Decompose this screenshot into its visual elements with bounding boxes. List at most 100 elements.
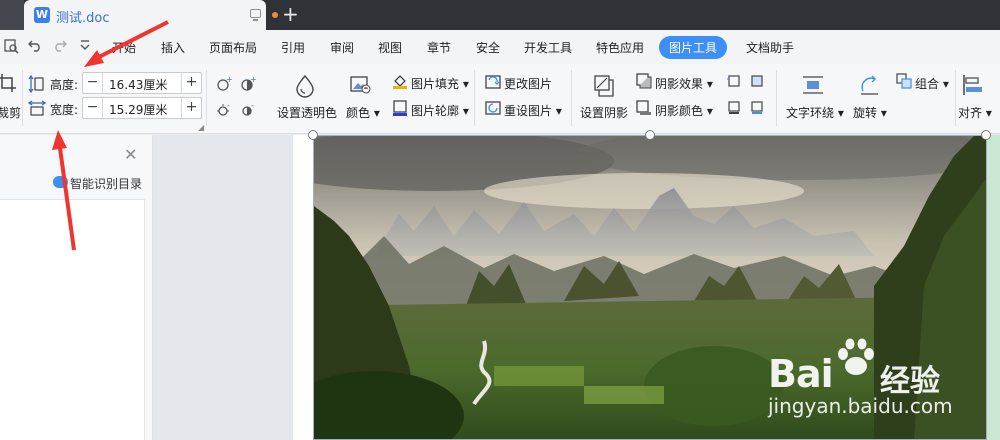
navigation-pane: ✕ 智能识别目录: [0, 135, 153, 440]
width-icon: [27, 100, 47, 119]
group-icon: [896, 73, 912, 92]
picture-fill-button[interactable]: 图片填充 ▾: [411, 75, 469, 92]
align-icon: [962, 74, 984, 99]
color-icon: [349, 74, 373, 99]
set-transparent-button[interactable]: 设置透明色: [277, 104, 337, 121]
ribbon-separator: [955, 70, 956, 126]
tab-strip-edge: [0, 0, 24, 30]
svg-text:-: -: [227, 102, 230, 110]
crop-button[interactable]: 裁剪: [0, 104, 21, 121]
svg-text:+: +: [250, 76, 256, 84]
transparent-icon: [294, 74, 316, 101]
smart-toc-icon: [53, 176, 68, 188]
unsaved-indicator: [272, 12, 278, 18]
menu-review[interactable]: 审阅: [330, 39, 354, 56]
set-shadow-button[interactable]: 设置阴影: [580, 104, 628, 121]
picture-outline-button[interactable]: 图片轮廓 ▾: [411, 102, 469, 119]
shadow-effect-icon: [636, 73, 652, 92]
text-wrap-icon: [802, 74, 824, 99]
menu-view[interactable]: 视图: [378, 39, 402, 56]
shadow-down-icon[interactable]: [727, 100, 741, 119]
reset-picture-icon: [485, 100, 501, 119]
width-value[interactable]: 15.29厘米: [109, 101, 167, 118]
height-value[interactable]: 16.43厘米: [109, 76, 167, 93]
shadow-left-icon[interactable]: [727, 73, 741, 92]
baidu-jingyan-watermark: Bai 经验 jingyan.baidu.com: [768, 334, 988, 424]
width-label: 宽度:: [50, 103, 79, 117]
reset-picture-label: 重设图片: [504, 104, 553, 118]
menu-page-layout[interactable]: 页面布局: [209, 39, 257, 56]
screen-icon[interactable]: [250, 9, 261, 21]
dropdown-icon[interactable]: [79, 38, 91, 56]
height-increase-button[interactable]: +: [181, 73, 201, 93]
menu-home[interactable]: 开始: [112, 39, 136, 56]
print-preview-icon[interactable]: [3, 38, 19, 58]
menu-special-apps[interactable]: 特色应用: [596, 39, 644, 56]
align-button[interactable]: 对齐 ▾: [958, 104, 992, 121]
rotate-icon: [858, 74, 880, 99]
paw-icon: [838, 338, 874, 375]
document-title: 测试.doc: [56, 11, 110, 26]
menu-sections[interactable]: 章节: [427, 39, 451, 56]
ribbon-separator: [22, 70, 23, 126]
menu-picture-tools[interactable]: 图片工具: [659, 36, 728, 59]
word-doc-icon: W: [34, 7, 50, 23]
color-button[interactable]: 颜色 ▾: [346, 104, 380, 121]
shadow-right-icon[interactable]: [750, 73, 764, 92]
contrast-down-icon[interactable]: -: [240, 101, 256, 121]
menu-security[interactable]: 安全: [476, 39, 500, 56]
document-tab[interactable]: W 测试.doc: [24, 0, 278, 30]
fill-icon: [392, 73, 408, 92]
width-stepper[interactable]: − 15.29厘米 +: [82, 97, 202, 119]
size-dialog-launcher[interactable]: ◢: [198, 123, 204, 132]
picture-fill-label: 图片填充: [411, 77, 460, 91]
height-decrease-button[interactable]: −: [83, 73, 103, 93]
crop-icon[interactable]: [0, 74, 16, 95]
shadow-color-icon: [636, 100, 652, 119]
redo-icon[interactable]: [53, 38, 67, 56]
text-wrap-button[interactable]: 文字环绕 ▾: [786, 104, 844, 121]
width-increase-button[interactable]: +: [181, 98, 201, 118]
svg-text:+: +: [226, 76, 232, 84]
change-picture-button[interactable]: 更改图片: [504, 75, 552, 92]
title-bar: W 测试.doc +: [0, 0, 1000, 30]
resize-handle-top-center[interactable]: [645, 130, 655, 140]
shadow-effect-label: 阴影效果: [655, 77, 704, 91]
shadow-color-label: 阴影颜色: [655, 104, 704, 118]
shadow-icon: [591, 74, 615, 101]
new-tab-icon[interactable]: +: [282, 3, 299, 25]
ribbon-separator: [206, 70, 207, 126]
text-wrap-label: 文字环绕: [786, 106, 835, 120]
menu-doc-assistant[interactable]: 文档助手: [746, 39, 794, 56]
shadow-up-icon[interactable]: [750, 100, 764, 119]
group-button[interactable]: 组合 ▾: [915, 75, 949, 92]
watermark-brand: Bai: [768, 352, 834, 396]
reset-picture-button[interactable]: 重设图片 ▾: [504, 102, 562, 119]
menu-bar: 开始 插入 页面布局 引用 审阅 视图 章节 安全 开发工具 特色应用 图片工具…: [0, 30, 1000, 64]
menu-references[interactable]: 引用: [281, 39, 305, 56]
menu-insert[interactable]: 插入: [161, 39, 185, 56]
rotate-button[interactable]: 旋转 ▾: [853, 104, 887, 121]
contrast-up-icon[interactable]: +: [240, 75, 257, 95]
smart-toc-button[interactable]: 智能识别目录: [70, 175, 142, 192]
undo-icon[interactable]: [28, 38, 42, 56]
width-decrease-button[interactable]: −: [83, 98, 103, 118]
close-icon[interactable]: ✕: [124, 145, 137, 164]
height-icon: [28, 74, 44, 96]
resize-handle-top-right[interactable]: [981, 130, 991, 140]
ribbon-separator: [474, 70, 475, 126]
shadow-effect-button[interactable]: 阴影效果 ▾: [655, 75, 713, 92]
page-margin-band: [986, 135, 1000, 440]
menu-developer[interactable]: 开发工具: [524, 39, 572, 56]
color-label: 颜色: [346, 106, 371, 120]
picture-tools-ribbon: 裁剪 高度: − 16.43厘米 + 宽度: − 15.29厘米 + ◢ + +…: [0, 64, 1000, 134]
height-stepper[interactable]: − 16.43厘米 +: [82, 72, 202, 94]
shadow-color-button[interactable]: 阴影颜色 ▾: [655, 102, 713, 119]
ribbon-separator: [571, 70, 572, 126]
resize-handle-top-left[interactable]: [308, 130, 318, 140]
brightness-down-icon[interactable]: -: [216, 101, 232, 121]
svg-text:-: -: [251, 102, 254, 110]
group-label: 组合: [915, 77, 940, 91]
brightness-up-icon[interactable]: +: [216, 75, 233, 95]
toc-panel: [0, 199, 145, 440]
